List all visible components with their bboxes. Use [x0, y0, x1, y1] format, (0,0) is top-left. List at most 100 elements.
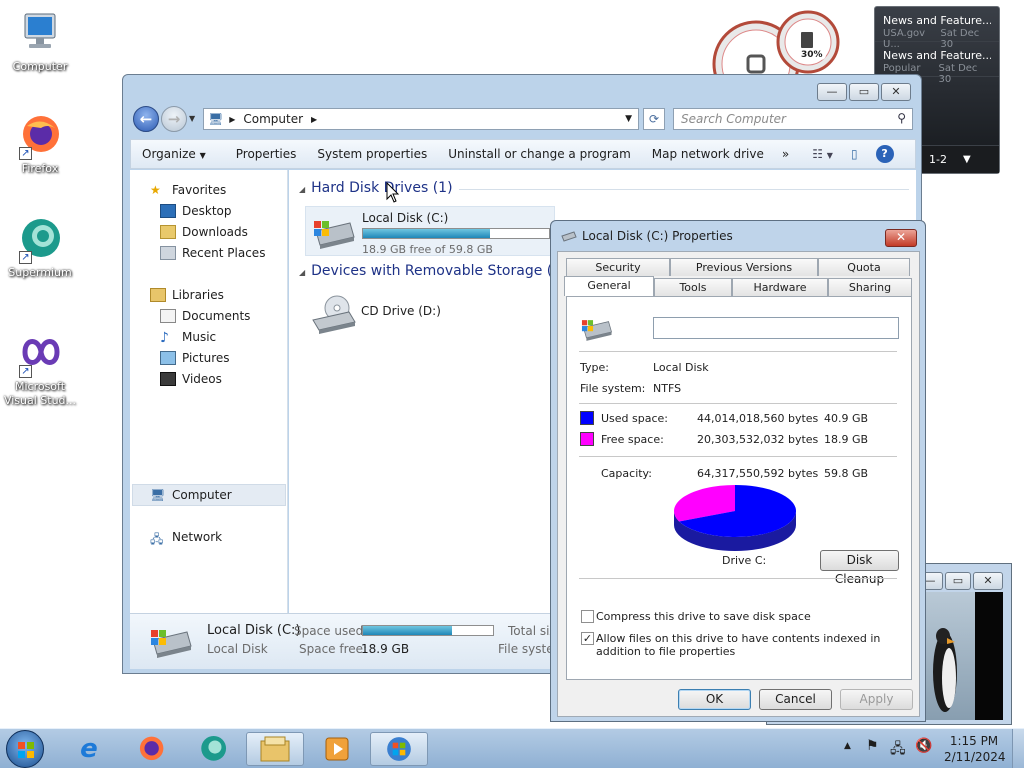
tab-sharing[interactable]: Sharing [828, 278, 912, 296]
tab-tools[interactable]: Tools [654, 278, 732, 296]
tab-general[interactable]: General [564, 276, 654, 296]
organize-menu[interactable]: Organize ▼ [131, 147, 215, 161]
show-desktop-button[interactable] [1012, 729, 1024, 768]
tab-quota[interactable]: Quota [818, 258, 910, 276]
desktop-icon-label: Supermium [8, 266, 72, 279]
news-title: News and Feature... [883, 49, 991, 62]
maximize-button[interactable]: ▭ [945, 572, 971, 590]
nav-item-recent-places[interactable]: Recent Places [160, 243, 265, 263]
search-input[interactable]: Search Computer ⚲ [673, 108, 913, 130]
nav-label: Music [182, 330, 217, 344]
desktop-icon-supermium[interactable]: ↗ Supermium [0, 216, 80, 280]
address-crumb-computer[interactable]: Computer [243, 112, 303, 126]
nav-item-desktop[interactable]: Desktop [160, 201, 232, 221]
apply-button[interactable]: Apply [840, 689, 913, 710]
chevron-right-icon[interactable]: ▶ [229, 115, 235, 124]
nav-item-downloads[interactable]: Downloads [160, 222, 248, 242]
chevron-right-icon[interactable]: ▶ [311, 115, 317, 124]
uninstall-program-button[interactable]: Uninstall or change a program [439, 147, 640, 161]
taskbar-ie[interactable]: e [60, 732, 118, 766]
supermium-icon [201, 735, 227, 761]
compress-checkbox[interactable] [581, 610, 594, 623]
view-options-icon[interactable]: ☷ ▼ [812, 147, 833, 161]
space-used-label: Space used: [294, 624, 368, 638]
disk-cleanup-button[interactable]: Disk Cleanup [820, 550, 899, 586]
close-button[interactable]: ✕ [973, 572, 1003, 590]
compress-label[interactable]: Compress this drive to save disk space [596, 610, 811, 623]
address-dropdown-icon[interactable]: ▼ [625, 114, 632, 124]
taskbar-explorer[interactable] [246, 732, 304, 766]
desktop-icon-firefox[interactable]: ↗ Firefox [0, 112, 80, 176]
help-icon[interactable]: ? [875, 145, 894, 163]
close-button[interactable]: ✕ [885, 229, 917, 247]
explorer-folder-icon [260, 736, 290, 762]
nav-label: Network [172, 530, 223, 544]
drive-item-d[interactable]: CD Drive (D:) [305, 290, 465, 340]
properties-button[interactable]: Properties [227, 147, 306, 161]
news-date: Sat Dec 30 [940, 28, 980, 50]
recent-pages-dropdown[interactable]: ▼ [189, 114, 195, 123]
refresh-button[interactable]: ⟳ [643, 108, 665, 130]
disk-usage-pie [674, 485, 796, 551]
properties-dialog[interactable]: Local Disk (C:) Properties ✕ Security Pr… [550, 220, 926, 722]
show-hidden-icons-button[interactable]: ▲ [844, 741, 851, 751]
clock-time: 1:15 PM [949, 734, 999, 748]
hard-drive-icon [561, 231, 577, 242]
space-free-value: 18.9 GB [361, 642, 410, 656]
videos-icon [160, 372, 176, 386]
drive-label-input[interactable] [653, 317, 899, 339]
hard-drive-icon [151, 630, 192, 658]
volume-muted-icon[interactable]: 🔇 [915, 738, 932, 754]
group-label: Hard Disk Drives (1) [311, 180, 453, 196]
clock[interactable]: 1:15 PM 2/11/2024 [944, 733, 1006, 765]
computer-icon: 🖥 [208, 112, 224, 126]
tab-hardware[interactable]: Hardware [732, 278, 828, 296]
cancel-button[interactable]: Cancel [759, 689, 832, 710]
nav-item-pictures[interactable]: Pictures [160, 348, 230, 368]
address-bar[interactable]: 🖥 ▶ Computer ▶ ▼ [203, 108, 639, 130]
close-button[interactable]: ✕ [881, 83, 911, 101]
taskbar-media-player[interactable] [308, 732, 366, 766]
index-checkbox[interactable]: ✓ [581, 632, 594, 645]
ok-button[interactable]: OK [678, 689, 751, 710]
network-tray-icon[interactable]: 🖧 [890, 738, 906, 762]
nav-label: Videos [182, 372, 222, 386]
taskbar-firefox[interactable] [122, 732, 180, 766]
back-button[interactable]: ← [133, 106, 159, 132]
group-header-removable[interactable]: ◢ Devices with Removable Storage (1) [299, 263, 567, 279]
forward-button[interactable]: → [161, 106, 187, 132]
general-tab-panel: Type: Local Disk File system: NTFS Used … [566, 296, 912, 680]
start-button[interactable] [6, 730, 44, 768]
preview-pane-icon[interactable]: ▯ [851, 147, 858, 161]
nav-item-network[interactable]: 🖧 Network [150, 527, 222, 547]
cpu-meter-gadget[interactable]: 30% [712, 8, 840, 108]
news-next-button[interactable]: ▼ [963, 154, 971, 165]
collapse-triangle-icon: ◢ [299, 268, 306, 277]
search-placeholder: Search Computer [681, 112, 786, 126]
tab-security[interactable]: Security [566, 258, 670, 276]
maximize-button[interactable]: ▭ [849, 83, 879, 101]
taskbar-supermium[interactable] [184, 732, 242, 766]
recent-places-icon [160, 246, 176, 260]
more-commands-button[interactable]: » [773, 147, 798, 161]
desktop-icon-visual-studio[interactable]: ↗ Microsoft Visual Stud... [0, 330, 80, 408]
nav-item-libraries[interactable]: Libraries [150, 285, 224, 305]
system-properties-button[interactable]: System properties [308, 147, 436, 161]
shortcut-arrow-icon: ↗ [19, 365, 32, 378]
nav-item-videos[interactable]: Videos [160, 369, 222, 389]
drive-item-c[interactable]: Local Disk (C:) 18.9 GB free of 59.8 GB [305, 206, 555, 256]
nav-item-documents[interactable]: Documents [160, 306, 250, 326]
nav-item-music[interactable]: ♪ Music [160, 327, 216, 347]
nav-item-computer[interactable]: 🖥 Computer [150, 485, 232, 505]
news-item[interactable]: News and Feature... USA.gov U... Sat Dec … [875, 7, 999, 50]
search-icon: ⚲ [897, 111, 906, 125]
map-network-drive-button[interactable]: Map network drive [643, 147, 773, 161]
desktop-icon-computer[interactable]: Computer [0, 10, 80, 74]
taskbar-system-properties[interactable] [370, 732, 428, 766]
group-header-hard-disks[interactable]: ◢ Hard Disk Drives (1) [299, 180, 453, 196]
tab-previous-versions[interactable]: Previous Versions [670, 258, 818, 276]
index-label[interactable]: Allow files on this drive to have conten… [596, 632, 896, 658]
minimize-button[interactable]: — [817, 83, 847, 101]
nav-item-favorites[interactable]: ★ Favorites [150, 180, 226, 200]
action-center-flag-icon[interactable]: ⚑ [866, 738, 879, 754]
